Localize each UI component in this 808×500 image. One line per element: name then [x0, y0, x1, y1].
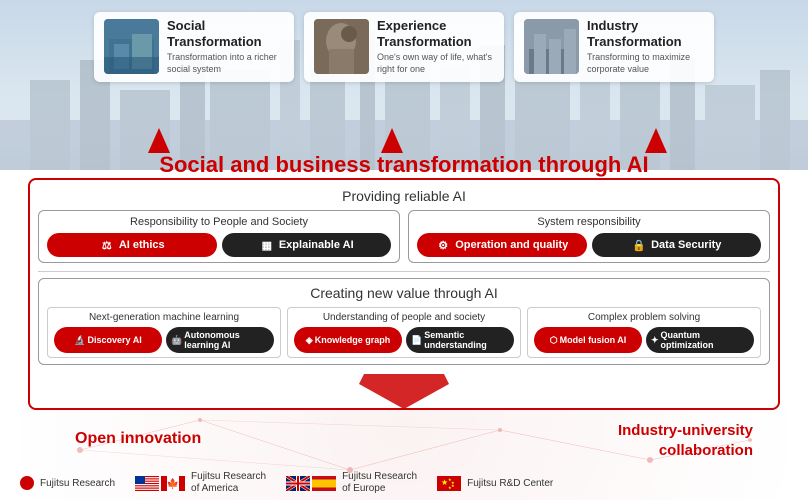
- fujitsu-america-label: Fujitsu Researchof America: [191, 471, 266, 495]
- industry-collab-label: Industry-university collaboration: [618, 421, 753, 460]
- next-gen-ml-pills: 🔬 Discovery AI 🤖 Autonomous learning AI: [54, 327, 274, 353]
- security-icon: 🔒: [631, 237, 647, 253]
- responsibility-group: Responsibility to People and Society ⚖ A…: [38, 210, 400, 263]
- reliable-row: Responsibility to People and Society ⚖ A…: [38, 210, 770, 263]
- responsibility-title: Responsibility to People and Society: [47, 216, 391, 228]
- understanding-title: Understanding of people and society: [294, 312, 514, 323]
- fujitsu-rd-label: Fujitsu R&D Center: [467, 478, 553, 489]
- operation-quality-label: Operation and quality: [455, 239, 568, 251]
- data-security-label: Data Security: [651, 239, 721, 251]
- main-container: Social Transformation Transformation int…: [0, 0, 808, 500]
- knowledge-icon: ◈: [306, 335, 313, 346]
- china-flag-icon: ★ ★ ★ ★ ★: [437, 476, 461, 491]
- ai-ethics-pill: ⚖ AI ethics: [47, 233, 217, 257]
- quantum-icon: ✦: [651, 335, 659, 346]
- canada-flag-icon: 🍁: [161, 476, 185, 491]
- quantum-optimization-pill: ✦ Quantum optimization: [646, 327, 754, 353]
- europe-flags: [286, 476, 336, 491]
- understanding-pills: ◈ Knowledge graph 📄 Semantic understandi…: [294, 327, 514, 353]
- ai-ethics-label: AI ethics: [119, 239, 165, 251]
- america-flags: 🍁: [135, 476, 185, 491]
- discovery-ai-pill: 🔬 Discovery AI: [54, 327, 162, 353]
- operation-icon: ⚙: [435, 237, 451, 253]
- model-fusion-pill: ⬡ Model fusion AI: [534, 327, 642, 353]
- svg-text:★: ★: [451, 483, 455, 488]
- semantic-understanding-pill: 📄 Semantic understanding: [406, 327, 514, 353]
- transformation-cards: Social Transformation Transformation int…: [30, 12, 778, 82]
- social-card-image: [104, 19, 159, 74]
- fujitsu-rd-center-logo: ★ ★ ★ ★ ★ Fujitsu R&D Center: [437, 476, 553, 491]
- fujitsu-research-logo: Fujitsu Research: [20, 476, 115, 490]
- system-responsibility-title: System responsibility: [417, 216, 761, 228]
- complex-problem-pills: ⬡ Model fusion AI ✦ Quantum optimization: [534, 327, 754, 353]
- us-flag-icon: [135, 476, 159, 491]
- autonomous-learning-pill: 🤖 Autonomous learning AI: [166, 327, 274, 353]
- explainable-ai-pill: ▦ Explainable AI: [222, 233, 392, 257]
- next-gen-ml-title: Next-generation machine learning: [54, 312, 274, 323]
- uk-flag-icon: [286, 476, 310, 491]
- model-fusion-icon: ⬡: [550, 335, 558, 346]
- logo-strip: Fujitsu Research: [20, 471, 788, 495]
- experience-title: Experience Transformation: [377, 18, 494, 49]
- arrow-mid: [381, 128, 403, 153]
- autonomous-icon: 🤖: [171, 335, 182, 346]
- value-title: Creating new value through AI: [47, 285, 761, 301]
- social-title: Social Transformation: [167, 18, 284, 49]
- section-divider: [38, 271, 770, 272]
- system-pills: ⚙ Operation and quality 🔒 Data Security: [417, 233, 761, 257]
- social-desc: Transformation into a richer social syst…: [167, 52, 284, 75]
- knowledge-graph-pill: ◈ Knowledge graph: [294, 327, 402, 353]
- model-fusion-label: Model fusion AI: [560, 335, 627, 345]
- fujitsu-red-dot: [20, 476, 34, 490]
- fujitsu-america-logo: 🍁 Fujitsu Researchof America: [135, 471, 266, 495]
- understanding-col: Understanding of people and society ◈ Kn…: [287, 307, 521, 358]
- arrow-left: [148, 128, 170, 153]
- next-gen-ml-col: Next-generation machine learning 🔬 Disco…: [47, 307, 281, 358]
- discovery-ai-label: Discovery AI: [88, 335, 142, 345]
- value-columns: Next-generation machine learning 🔬 Disco…: [47, 307, 761, 358]
- system-responsibility-group: System responsibility ⚙ Operation and qu…: [408, 210, 770, 263]
- fujitsu-research-label: Fujitsu Research: [40, 478, 115, 489]
- explainable-icon: ▦: [259, 237, 275, 253]
- quantum-optimization-label: Quantum optimization: [661, 330, 749, 350]
- explainable-ai-label: Explainable AI: [279, 239, 354, 251]
- responsibility-pills: ⚖ AI ethics ▦ Explainable AI: [47, 233, 391, 257]
- open-innovation-label: Open innovation: [75, 430, 201, 448]
- discovery-icon: 🔬: [74, 335, 85, 346]
- fujitsu-europe-logo: Fujitsu Researchof Europe: [286, 471, 417, 495]
- fujitsu-europe-label: Fujitsu Researchof Europe: [342, 471, 417, 495]
- industry-transformation-card: Industry Transformation Transforming to …: [514, 12, 714, 82]
- main-headline: Social and business transformation throu…: [0, 152, 808, 178]
- social-transformation-card: Social Transformation Transformation int…: [94, 12, 294, 82]
- data-security-pill: 🔒 Data Security: [592, 233, 762, 257]
- semantic-understanding-label: Semantic understanding: [424, 330, 509, 350]
- complex-problem-title: Complex problem solving: [534, 312, 754, 323]
- svg-text:★: ★: [448, 485, 452, 490]
- experience-desc: One's own way of life, what's right for …: [377, 52, 494, 75]
- complex-problem-col: Complex problem solving ⬡ Model fusion A…: [527, 307, 761, 358]
- svg-text:🍁: 🍁: [167, 477, 179, 490]
- industry-title: Industry Transformation: [587, 18, 704, 49]
- industry-card-image: [524, 19, 579, 74]
- value-box: Creating new value through AI Next-gener…: [38, 278, 770, 365]
- semantic-icon: 📄: [411, 335, 422, 346]
- operation-quality-pill: ⚙ Operation and quality: [417, 233, 587, 257]
- knowledge-graph-label: Knowledge graph: [315, 335, 391, 345]
- arrow-right: [645, 128, 667, 153]
- experience-card-image: [314, 19, 369, 74]
- bottom-chevron: [359, 374, 449, 414]
- ethics-icon: ⚖: [99, 237, 115, 253]
- providing-title: Providing reliable AI: [38, 188, 770, 204]
- experience-transformation-card: Experience Transformation One's own way …: [304, 12, 504, 82]
- industry-desc: Transforming to maximize corporate value: [587, 52, 704, 75]
- spain-flag-icon: [312, 476, 336, 491]
- autonomous-learning-label: Autonomous learning AI: [184, 330, 269, 350]
